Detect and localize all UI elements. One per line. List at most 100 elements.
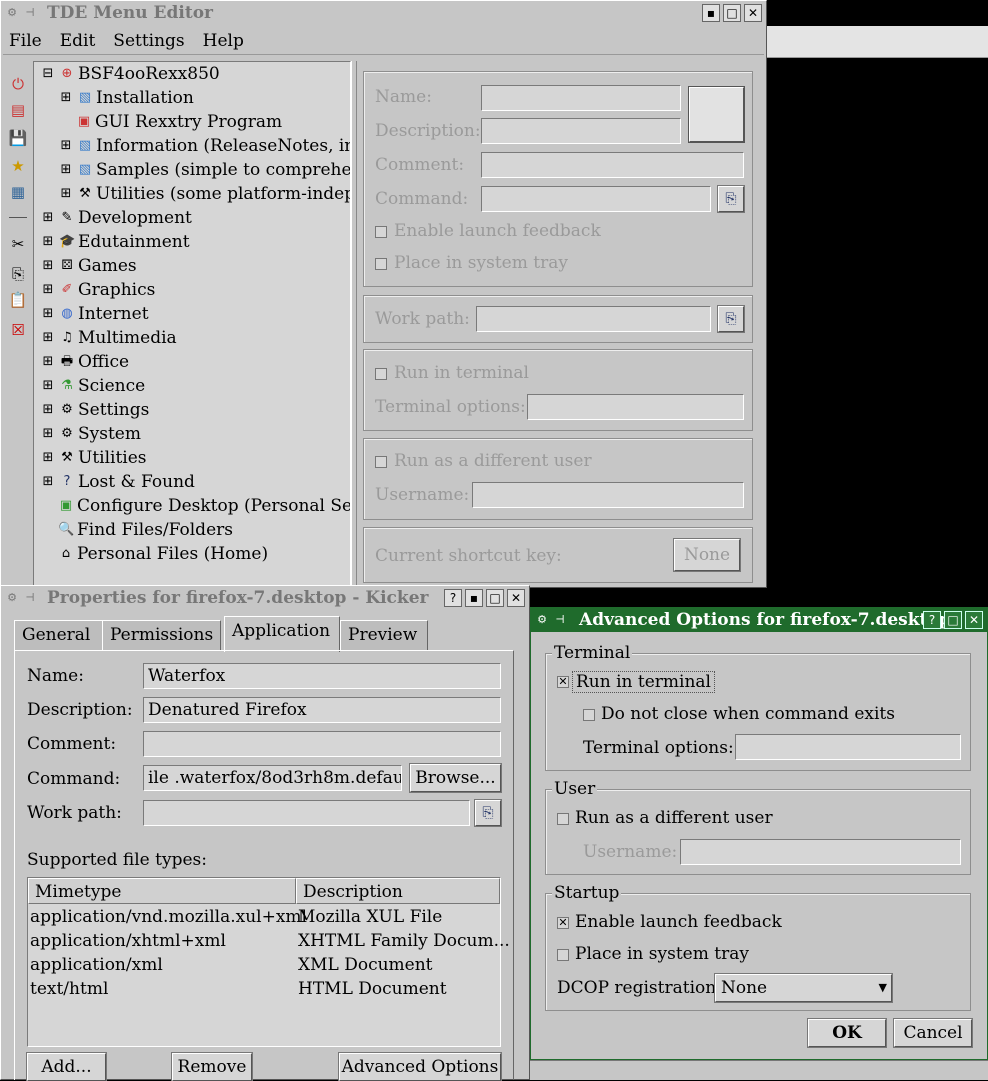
tree-item-science[interactable]: ⊞ ⚗ Science [40,376,146,396]
tree-item-internet[interactable]: ⊞ ◍ Internet [40,304,149,324]
tree-expand-icon[interactable]: ⊞ [58,186,74,202]
paste-icon[interactable]: 📋 [7,289,29,311]
tree-expand-icon[interactable]: ⊞ [40,306,56,322]
tree-expand-icon[interactable]: ⊞ [40,282,56,298]
maximize-button[interactable]: □ [944,611,962,629]
tab-general[interactable]: General [14,620,106,650]
description-field[interactable] [481,118,681,144]
tree-expand-icon[interactable]: ⊞ [40,330,56,346]
advanced-options-button[interactable]: Advanced Options [338,1052,502,1081]
tree-item-information[interactable]: ⊞ ▧ Information (ReleaseNotes, intr [58,136,350,156]
table-row[interactable]: application/xhtml+xml XHTML Family Docum… [30,931,510,953]
minimize-button[interactable]: ▪ [465,589,483,607]
run-terminal-checkbox[interactable]: ✕ [557,676,569,688]
maximize-button[interactable]: □ [486,589,504,607]
shortcut-button[interactable]: None [673,538,741,572]
tree-item-graphics[interactable]: ⊞ ✐ Graphics [40,280,156,300]
different-user-checkbox[interactable] [557,813,569,825]
username-field[interactable] [680,839,961,865]
pin-icon[interactable]: ⊣ [552,611,568,627]
tree-item-installation[interactable]: ⊞ ▧ Installation [58,88,194,108]
tree-item-system[interactable]: ⊞ ⚙ System [40,424,141,444]
work-path-field[interactable] [143,800,470,826]
tree-item-configure-desktop[interactable]: ▣ Configure Desktop (Personal Setti [58,496,350,516]
tree-item-office[interactable]: ⊞ 🖶 Office [40,352,130,372]
no-close-checkbox[interactable] [583,709,595,721]
icon-button[interactable] [688,86,745,143]
username-field[interactable] [472,482,744,508]
tree-expand-icon[interactable]: ⊟ [40,66,56,82]
launch-feedback-checkbox[interactable]: ✕ [557,917,569,929]
tree-item-personal-files[interactable]: ⌂ Personal Files (Home) [58,544,268,564]
work-path-browse-button[interactable]: ⎘ [717,305,745,333]
name-field[interactable] [481,85,681,111]
tree-splitter[interactable] [351,61,357,587]
ok-button[interactable]: OK [807,1018,887,1048]
close-button[interactable]: ✕ [965,611,983,629]
tree-expand-icon[interactable]: ⊞ [40,378,56,394]
delete-doc-icon[interactable]: ▤ [7,99,29,121]
terminal-options-field[interactable] [735,734,961,760]
menu-help[interactable]: Help [203,31,244,51]
pin-icon[interactable]: ⊣ [22,589,38,605]
tree-expand-icon[interactable]: ⊞ [58,138,74,154]
command-field[interactable]: ile .waterfox/8od3rh8m.default [143,765,402,791]
add-button[interactable]: Add... [26,1052,107,1081]
table-row[interactable]: application/xml XML Document [30,955,498,977]
tree-expand-icon[interactable]: ⊞ [40,354,56,370]
menu-editor-titlebar[interactable]: ⚙ ⊣ TDE Menu Editor ▪ □ ✕ [1,1,766,25]
advanced-titlebar[interactable]: ⚙ ⊣ Advanced Options for firefox-7.deskto… [531,608,987,632]
run-terminal-checkbox[interactable] [375,368,387,380]
terminal-options-field[interactable] [527,394,744,420]
tree-expand-icon[interactable]: ⊞ [40,474,56,490]
tree-item-utilities-bsf[interactable]: ⊞ ⚒ Utilities (some platform-indepe [58,184,350,204]
tree-item-bsf[interactable]: ⊟ ⊕ BSF4ooRexx850 [40,64,220,84]
tree-item-gui-rexxtry[interactable]: ▣ GUI Rexxtry Program [76,112,282,132]
minimize-button[interactable]: ▪ [702,4,720,22]
system-tray-checkbox[interactable] [557,949,569,961]
column-header-mimetype[interactable]: Mimetype [28,878,296,904]
tree-item-multimedia[interactable]: ⊞ ♫ Multimedia [40,328,177,348]
command-browse-button[interactable]: ⎘ [717,185,745,213]
tree-expand-icon[interactable]: ⊞ [40,258,56,274]
menu-tree[interactable]: ⊟ ⊕ BSF4ooRexx850 ⊞ ▧ Installation ▣ GUI Rexx… [33,61,351,587]
comment-field[interactable] [143,731,501,757]
system-tray-checkbox[interactable] [375,258,387,270]
menu-edit[interactable]: Edit [60,31,96,51]
dcop-select[interactable]: None ▼ [714,973,893,1003]
tree-item-development[interactable]: ⊞ ✎ Development [40,208,192,228]
window-menu-icon[interactable]: ⚙ [4,589,20,605]
tree-expand-icon[interactable]: ⊞ [58,90,74,106]
pin-icon[interactable]: ⊣ [22,4,38,20]
tree-item-games[interactable]: ⊞ ⚄ Games [40,256,137,276]
tree-expand-icon[interactable]: ⊞ [40,234,56,250]
tree-item-settings[interactable]: ⊞ ⚙ Settings [40,400,150,420]
column-header-description[interactable]: Description [296,878,500,904]
menu-settings[interactable]: Settings [113,31,184,51]
table-row[interactable]: text/html HTML Document [30,979,498,1001]
tab-preview[interactable]: Preview [340,620,428,650]
table-row[interactable]: application/vnd.mozilla.xul+xml Mozilla … [30,907,498,929]
name-field[interactable]: Waterfox [143,663,501,689]
tree-item-utilities[interactable]: ⊞ ⚒ Utilities [40,448,147,468]
properties-titlebar[interactable]: ⚙ ⊣ Properties for firefox-7.desktop - Ki… [1,586,529,610]
work-path-browse-button[interactable]: ⎘ [474,799,502,827]
power-icon[interactable]: ⏻ [7,73,29,95]
maximize-button[interactable]: □ [723,4,741,22]
new-item-icon[interactable]: ★ [7,155,29,177]
tree-expand-icon[interactable]: ⊞ [40,426,56,442]
tree-item-lost-found[interactable]: ⊞? Lost & Found [40,472,195,492]
launch-feedback-checkbox[interactable] [375,226,387,238]
tree-item-samples[interactable]: ⊞ ▧ Samples (simple to comprehens [58,160,350,180]
delete-icon[interactable]: ☒ [7,319,29,341]
tab-permissions[interactable]: Permissions [102,620,221,650]
copy-icon[interactable]: ⎘ [7,263,29,285]
tree-expand-icon[interactable]: ⊞ [40,210,56,226]
tab-application[interactable]: Application [224,616,340,652]
browse-button[interactable]: Browse... [409,763,502,793]
close-button[interactable]: ✕ [507,589,525,607]
help-button[interactable]: ? [444,589,462,607]
cut-icon[interactable]: ✂ [7,233,29,255]
save-icon[interactable]: 💾 [7,127,29,149]
window-menu-icon[interactable]: ⚙ [4,4,20,20]
